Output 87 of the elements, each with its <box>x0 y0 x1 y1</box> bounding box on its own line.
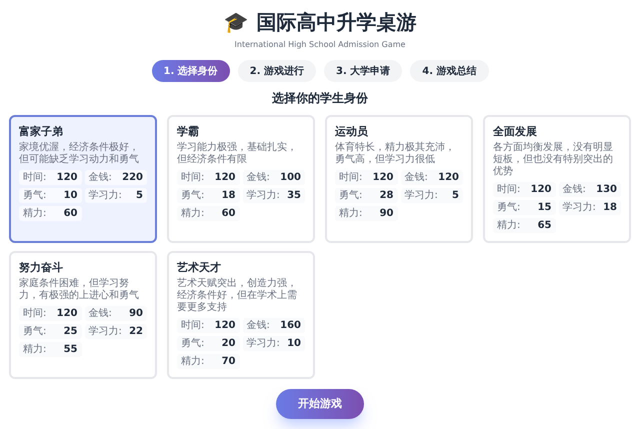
stat-value: 35 <box>287 189 301 203</box>
stat-label: 精力: <box>181 354 204 369</box>
identity-description: 家庭条件困难，但学习努力，有极强的上进心和勇气 <box>19 278 140 302</box>
stat-label: 时间: <box>23 306 46 321</box>
identity-description: 各方面均衡发展，没有明显短板，但也没有特别突出的优势 <box>493 142 614 178</box>
stat-value: 18 <box>222 189 236 203</box>
stat-value: 60 <box>64 207 78 221</box>
identity-description: 学习能力极强，基础扎实，但经济条件有限 <box>177 142 298 166</box>
stat-label: 金钱: <box>88 307 112 321</box>
stat-value: 22 <box>129 325 143 339</box>
stat-value: 10 <box>64 189 78 203</box>
step-tab[interactable]: 3. 大学申请 <box>324 60 402 82</box>
stat-label: 精力: <box>497 218 520 233</box>
graduation-cap-icon: 🎓 <box>224 12 248 32</box>
stat-label: 勇气: <box>181 337 204 351</box>
identity-description: 家境优渥，经济条件极好，但可能缺乏学习动力和勇气 <box>19 142 140 166</box>
stat-value: 120 <box>56 307 78 321</box>
identity-card[interactable]: 全面发展 各方面均衡发展，没有明显短板，但也没有特别突出的优势 时间: 120 金钱: 130 勇气: 15 学习力: 18 精力: 65 <box>483 115 631 243</box>
identity-description: 艺术天赋突出，创造力强，经济条件好，但在学术上需要更多支持 <box>177 278 298 314</box>
stat-value: 90 <box>129 307 143 321</box>
stat-label: 时间: <box>339 170 362 185</box>
step-tab[interactable]: 2. 游戏进行 <box>238 60 316 82</box>
stat-label: 学习力: <box>246 188 280 203</box>
stat-label: 金钱: <box>246 319 270 333</box>
stat-label: 金钱: <box>562 183 586 197</box>
identity-card[interactable]: 运动员 体育特长，精力极其充沛，勇气高，但学习力很低 时间: 120 金钱: 120 勇气: 28 学习力: 5 精力: 90 <box>325 115 473 243</box>
stat-label: 时间: <box>181 170 204 185</box>
stat-label: 精力: <box>23 206 46 221</box>
stat-value: 5 <box>136 189 143 203</box>
stat-label: 精力: <box>23 342 46 357</box>
stat-value: 18 <box>603 201 617 215</box>
identity-card[interactable]: 富家子弟 家境优渥，经济条件极好，但可能缺乏学习动力和勇气 时间: 120 金钱: 220 勇气: 10 学习力: 5 精力: 60 <box>9 115 157 243</box>
stat-value: 120 <box>372 171 394 185</box>
identity-name: 努力奋斗 <box>19 261 64 275</box>
identity-name: 全面发展 <box>493 125 538 139</box>
stat-value: 220 <box>122 171 143 185</box>
stat-value: 28 <box>380 189 394 203</box>
stat-value: 65 <box>538 219 552 233</box>
page-subtitle: International High School Admission Game <box>234 39 406 51</box>
identity-name: 运动员 <box>335 125 369 139</box>
stat-value: 55 <box>64 343 78 357</box>
stat-label: 学习力: <box>404 188 438 203</box>
stat-label: 勇气: <box>339 189 362 203</box>
stat-label: 学习力: <box>88 324 122 339</box>
stat-value: 120 <box>438 171 459 185</box>
identity-name: 富家子弟 <box>19 125 64 139</box>
identity-card[interactable]: 艺术天才 艺术天赋突出，创造力强，经济条件好，但在学术上需要更多支持 时间: 120 金钱: 160 勇气: 20 学习力: 10 精力: 70 <box>167 251 315 379</box>
stat-label: 时间: <box>181 318 204 333</box>
stat-label: 精力: <box>339 206 362 221</box>
step-tab[interactable]: 4. 游戏总结 <box>410 60 488 82</box>
identity-name: 艺术天才 <box>177 261 222 275</box>
stat-value: 5 <box>452 189 459 203</box>
stat-value: 120 <box>214 171 236 185</box>
stat-label: 勇气: <box>497 201 520 215</box>
stat-value: 120 <box>530 183 552 197</box>
stat-value: 120 <box>214 319 236 333</box>
identity-card[interactable]: 努力奋斗 家庭条件困难，但学习努力，有极强的上进心和勇气 时间: 120 金钱: 90 勇气: 25 学习力: 22 精力: 55 <box>9 251 157 379</box>
stat-value: 25 <box>64 325 78 339</box>
stat-label: 学习力: <box>88 188 122 203</box>
step-tab[interactable]: 1. 选择身份 <box>152 60 230 82</box>
stat-value: 160 <box>280 319 301 333</box>
stat-label: 勇气: <box>23 325 46 339</box>
start-game-button[interactable]: 开始游戏 <box>276 389 364 419</box>
stat-label: 学习力: <box>246 336 280 351</box>
stat-value: 120 <box>56 171 78 185</box>
identity-description: 体育特长，精力极其充沛，勇气高，但学习力很低 <box>335 142 456 166</box>
stat-value: 130 <box>596 183 617 197</box>
stat-label: 精力: <box>181 206 204 221</box>
identity-card[interactable]: 学霸 学习能力极强，基础扎实，但经济条件有限 时间: 120 金钱: 100 勇气: 18 学习力: 35 精力: 60 <box>167 115 315 243</box>
identity-name: 学霸 <box>177 125 200 139</box>
section-title: 选择你的学生身份 <box>272 90 368 107</box>
stat-value: 15 <box>538 201 552 215</box>
page-title: 国际高中升学桌游 <box>256 9 416 36</box>
stat-label: 时间: <box>497 182 520 197</box>
stat-value: 90 <box>380 207 394 221</box>
stat-value: 20 <box>222 337 236 351</box>
stat-label: 金钱: <box>88 171 112 185</box>
stat-label: 学习力: <box>562 200 596 215</box>
stat-value: 100 <box>280 171 301 185</box>
stat-value: 10 <box>287 337 301 351</box>
stat-value: 70 <box>222 355 236 369</box>
stat-label: 勇气: <box>181 189 204 203</box>
stat-label: 金钱: <box>404 171 428 185</box>
stat-label: 金钱: <box>246 171 270 185</box>
stat-value: 60 <box>222 207 236 221</box>
stat-label: 勇气: <box>23 189 46 203</box>
stat-label: 时间: <box>23 170 46 185</box>
